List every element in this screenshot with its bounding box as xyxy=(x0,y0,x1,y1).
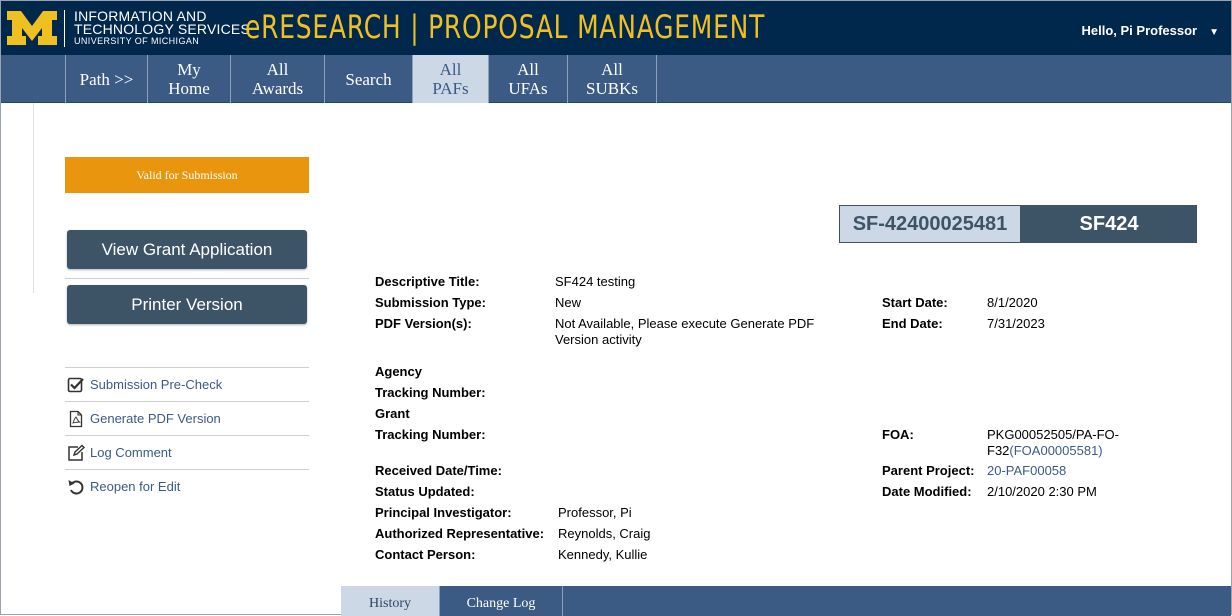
nav-my-home[interactable]: My Home xyxy=(147,55,230,103)
activity-list: Submission Pre-Check Generate PDF Versio… xyxy=(65,367,309,503)
action-label: Log Comment xyxy=(90,445,172,460)
nav-my-home-line2: Home xyxy=(168,79,210,98)
value-submission-type: New xyxy=(555,295,582,310)
nav-all-ufas[interactable]: All UFAs xyxy=(488,55,567,103)
label-status-updated: Status Updated: xyxy=(375,484,475,499)
action-log-comment[interactable]: Log Comment xyxy=(65,435,309,469)
label-contact: Contact Person: xyxy=(375,547,476,562)
action-reopen-for-edit[interactable]: Reopen for Edit xyxy=(65,469,309,503)
value-end-date: 7/31/2023 xyxy=(987,316,1045,331)
label-agency-tracking: Tracking Number: xyxy=(375,385,486,400)
value-foa-suffix: F32 xyxy=(987,443,1010,458)
foa-link[interactable]: (FOA00005581) xyxy=(1009,443,1102,458)
nav-all-awards-line2: Awards xyxy=(251,79,304,98)
its-line3: UNIVERSITY OF MICHIGAN xyxy=(74,36,200,46)
checkbox-icon xyxy=(67,377,84,392)
label-submission-type: Submission Type: xyxy=(375,295,486,310)
label-pi: Principal Investigator: xyxy=(375,505,512,520)
user-menu[interactable]: Hello, Pi Professor ▼ xyxy=(1082,23,1220,38)
record-id: SF-42400025481 xyxy=(839,205,1021,243)
label-foa: FOA: xyxy=(882,427,914,442)
value-foa: PKG00052505/PA-FO- F32(FOA00005581) xyxy=(987,427,1147,459)
main-nav: Path >> My Home All Awards Search All PA… xyxy=(1,55,1231,103)
action-label: Generate PDF Version xyxy=(90,411,221,426)
label-agency: Agency xyxy=(375,364,422,379)
label-auth-rep: Authorized Representative: xyxy=(375,526,545,541)
label-received: Received Date/Time: xyxy=(375,463,502,478)
block-m-logo[interactable] xyxy=(7,11,57,45)
label-date-modified: Date Modified: xyxy=(882,484,972,499)
nav-path-label: Path >> xyxy=(79,69,134,89)
label-grant: Grant xyxy=(375,406,410,421)
nav-all-ufas-line2: UFAs xyxy=(508,79,548,98)
nav-all-subks[interactable]: All SUBKs xyxy=(567,55,656,103)
parent-project-link[interactable]: 20-PAF00058 xyxy=(987,463,1066,479)
app-header: INFORMATION AND TECHNOLOGY SERVICES UNIV… xyxy=(1,1,1231,55)
app-title: eRESEARCH | PROPOSAL MANAGEMENT xyxy=(245,8,766,46)
caret-down-icon: ▼ xyxy=(1209,27,1219,38)
nav-divider xyxy=(656,55,657,103)
edit-icon xyxy=(68,444,85,461)
nav-path[interactable]: Path >> xyxy=(65,55,147,103)
value-descriptive-title: SF424 testing xyxy=(555,274,636,289)
tab-history[interactable]: History xyxy=(341,586,439,616)
nav-all-pafs[interactable]: All PAFs xyxy=(412,55,488,103)
value-auth-rep: Reynolds, Craig xyxy=(558,526,651,541)
pdf-icon xyxy=(69,410,83,427)
value-foa-line2: F32(FOA00005581) xyxy=(987,443,1147,459)
action-generate-pdf[interactable]: Generate PDF Version xyxy=(65,401,309,435)
button-divider xyxy=(65,278,309,279)
nav-all-pafs-line2: PAFs xyxy=(432,79,469,98)
value-pi: Professor, Pi xyxy=(558,505,632,520)
its-line2: TECHNOLOGY SERVICES xyxy=(74,21,250,37)
its-wordmark: INFORMATION AND TECHNOLOGY SERVICES UNIV… xyxy=(64,9,250,47)
record-type: SF424 xyxy=(1021,205,1197,243)
user-greeting: Hello, Pi Professor xyxy=(1081,23,1198,38)
value-foa-line1: PKG00052505/PA-FO- xyxy=(987,427,1119,442)
tab-bar: History Change Log xyxy=(341,586,1231,616)
left-divider xyxy=(33,103,34,293)
label-grant-tracking: Tracking Number: xyxy=(375,427,486,442)
record-id-badge: SF-42400025481 SF424 xyxy=(839,205,1197,243)
value-pdf-version: Not Available, Please execute Generate P… xyxy=(555,316,815,347)
printer-version-button[interactable]: Printer Version xyxy=(67,285,307,324)
nav-all-subks-line2: SUBKs xyxy=(586,79,638,98)
label-end-date: End Date: xyxy=(882,316,943,331)
value-date-modified: 2/10/2020 2:30 PM xyxy=(987,484,1097,499)
label-pdf-version: PDF Version(s): xyxy=(375,316,472,331)
action-submission-pre-check[interactable]: Submission Pre-Check xyxy=(65,367,309,401)
value-contact: Kennedy, Kullie xyxy=(558,547,648,562)
label-parent-project: Parent Project: xyxy=(882,463,975,478)
status-banner: Valid for Submission xyxy=(65,157,309,193)
undo-icon xyxy=(68,479,84,494)
nav-all-pafs-line1: All xyxy=(439,60,462,79)
action-label: Reopen for Edit xyxy=(90,479,181,494)
label-start-date: Start Date: xyxy=(882,295,948,310)
nav-my-home-line1: My xyxy=(177,60,201,79)
nav-all-ufas-line1: All xyxy=(517,60,539,79)
action-label: Submission Pre-Check xyxy=(90,377,223,392)
view-grant-application-button[interactable]: View Grant Application xyxy=(67,230,307,269)
nav-all-awards-line1: All xyxy=(266,60,289,79)
label-descriptive-title: Descriptive Title: xyxy=(375,274,480,289)
nav-all-subks-line1: All xyxy=(601,60,623,79)
nav-search[interactable]: Search xyxy=(324,55,412,103)
tab-change-log[interactable]: Change Log xyxy=(439,586,563,616)
nav-all-awards[interactable]: All Awards xyxy=(230,55,324,103)
value-start-date: 8/1/2020 xyxy=(987,295,1038,310)
nav-search-label: Search xyxy=(345,69,392,89)
